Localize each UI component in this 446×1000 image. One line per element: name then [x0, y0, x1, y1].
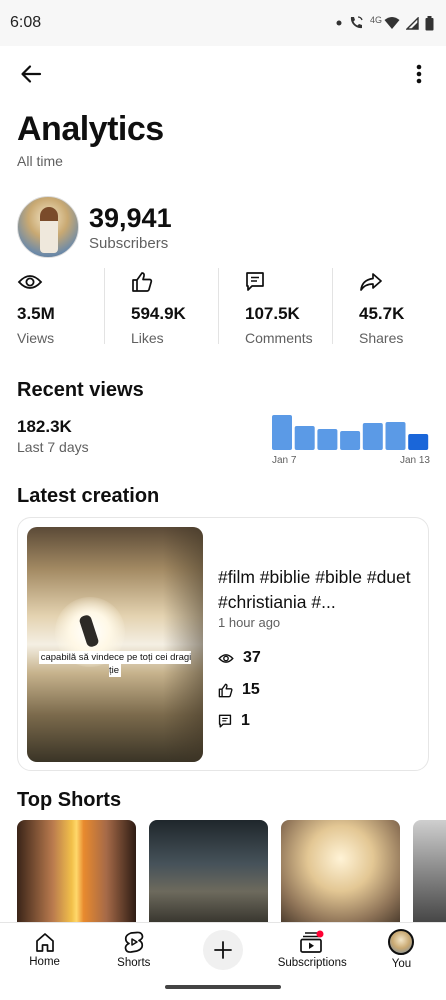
chart-bar-jan-8	[294, 426, 315, 450]
eye-icon	[218, 653, 234, 663]
chart-bar-jan-11	[362, 423, 383, 450]
stat-label: Comments	[245, 330, 313, 346]
stat-value: 594.9K	[131, 304, 186, 323]
chart-start-label: Jan 7	[272, 455, 297, 466]
subscriber-count: 39,941	[89, 202, 172, 233]
nav-create[interactable]	[178, 923, 267, 976]
nav-home-label: Home	[29, 956, 60, 968]
top-short-thumbnail[interactable]	[281, 820, 400, 922]
top-shorts-title: Top Shorts	[17, 789, 122, 811]
top-short-thumbnail[interactable]	[17, 820, 136, 922]
shorts-icon	[124, 931, 144, 953]
nav-shorts-label: Shorts	[117, 957, 151, 969]
stat-value: 107.5K	[245, 304, 300, 323]
back-button[interactable]	[16, 59, 46, 89]
chart-end-label: Jan 13	[400, 455, 430, 466]
stat-comments[interactable]: 107.5K Comments	[218, 268, 332, 346]
signal-icon	[406, 16, 419, 30]
more-options-button[interactable]	[404, 59, 434, 89]
channel-summary: 39,941 Subscribers	[17, 196, 172, 258]
stat-label: Shares	[359, 330, 404, 346]
chart-bar-jan-10	[340, 431, 361, 450]
plus-icon	[214, 940, 232, 959]
nav-subscriptions[interactable]: Subscriptions	[268, 923, 357, 976]
chart-bar-jan-7	[272, 415, 292, 450]
status-time: 6:08	[10, 14, 42, 31]
creation-comments-value: 1	[241, 712, 250, 729]
eye-icon	[17, 275, 43, 289]
chart-bar-jan-12	[385, 422, 406, 450]
channel-avatar[interactable]	[17, 196, 79, 258]
create-button[interactable]	[203, 929, 243, 970]
chart-bar-jan-13	[408, 434, 429, 450]
top-app-bar	[0, 46, 446, 102]
latest-creation-title: Latest creation	[17, 485, 160, 507]
more-vert-icon	[416, 64, 422, 84]
creation-time: 1 hour ago	[218, 615, 281, 630]
recent-views-title: Recent views	[17, 379, 144, 401]
creation-views: 37	[218, 649, 261, 667]
gesture-bar	[165, 985, 281, 989]
share-icon	[360, 273, 382, 291]
comment-icon	[246, 272, 264, 291]
stat-label: Likes	[131, 330, 164, 346]
chart-bar-jan-9	[317, 429, 338, 450]
recent-views-value: 182.3K	[17, 417, 72, 436]
thumbnail-caption: capabilă să vindece pe toți cei dragi ți…	[38, 651, 192, 677]
phone-wifi-icon	[350, 16, 363, 29]
notification-dot	[316, 930, 324, 938]
stat-value: 3.5M	[17, 304, 55, 323]
nav-home[interactable]: Home	[0, 923, 89, 976]
stat-shares[interactable]: 45.7K Shares	[332, 268, 446, 346]
status-icons: 4G	[336, 15, 434, 31]
creation-thumbnail[interactable]: capabilă să vindece pe toți cei dragi ți…	[27, 527, 203, 762]
creation-views-value: 37	[243, 649, 261, 666]
dot-icon	[336, 20, 342, 26]
arrow-left-icon	[21, 65, 42, 83]
subscriptions-icon	[300, 930, 324, 953]
recent-views-period: Last 7 days	[17, 439, 89, 455]
nav-shorts[interactable]: Shorts	[89, 923, 178, 976]
nav-you-label: You	[391, 958, 412, 970]
recent-views-chart[interactable]: Jan 7 Jan 13	[272, 410, 430, 468]
thumbs-up-icon	[218, 683, 233, 697]
top-shorts-row	[17, 820, 446, 922]
thumbnail-tree	[163, 527, 203, 762]
nav-subscriptions-label: Subscriptions	[277, 957, 347, 969]
nav-you[interactable]: You	[357, 923, 446, 976]
stat-likes[interactable]: 594.9K Likes	[104, 268, 218, 346]
home-icon	[35, 933, 54, 952]
thumbs-up-icon	[132, 272, 153, 292]
creation-comments: 1	[218, 712, 250, 730]
latest-creation-card[interactable]: capabilă să vindece pe toți cei dragi ți…	[17, 517, 429, 771]
wifi-icon	[384, 17, 400, 29]
status-bar: 6:08 4G	[0, 0, 446, 46]
stat-label: Views	[17, 330, 55, 346]
creation-likes-value: 15	[242, 681, 260, 698]
comment-icon	[218, 714, 232, 728]
network-label: 4G	[369, 15, 382, 25]
stat-views[interactable]: 3.5M Views	[0, 268, 104, 346]
creation-likes: 15	[218, 681, 260, 699]
bottom-navigation: Home Shorts Subscriptions You	[0, 922, 446, 976]
battery-icon	[425, 15, 434, 30]
date-range-selector[interactable]: All time	[17, 153, 63, 169]
subscriber-info: 39,941 Subscribers	[89, 203, 172, 252]
stat-value: 45.7K	[359, 304, 405, 323]
subscriber-label: Subscribers	[89, 234, 169, 252]
top-short-thumbnail[interactable]	[413, 820, 446, 922]
creation-title: #film #biblie #bible #duet #christiania …	[218, 567, 411, 612]
stats-row: 3.5M Views 594.9K Likes 107.5K Comments …	[0, 268, 446, 346]
user-avatar	[388, 929, 415, 955]
top-short-thumbnail[interactable]	[149, 820, 268, 922]
page-title: Analytics	[17, 110, 164, 148]
